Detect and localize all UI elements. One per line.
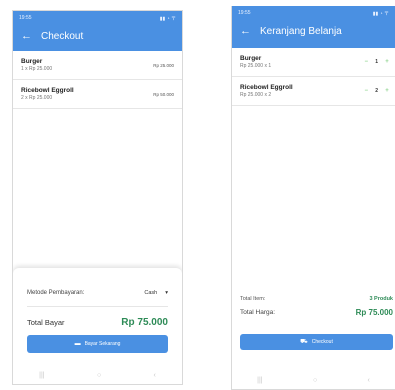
total-value: Rp 75.000 [121,317,168,328]
list-item: Ricebowl Eggroll Rp 25.000 x 2 − 2 + [232,77,395,106]
quantity-stepper: − 2 + [362,88,391,94]
checkout-screen: 19:55 ▮▮ ◔ 〒 ← Checkout Burger 1 x Rp 25… [12,10,183,385]
quantity-stepper: − 1 + [362,59,391,65]
item-total: Rp 50.000 [153,92,174,97]
pay-now-button[interactable]: ▬ Bayar Sekarang [27,335,168,353]
nav-home-icon[interactable]: ○ [97,372,101,379]
total-items-value: 3 Produk [369,296,393,302]
payment-method-dropdown[interactable]: Cash ▾ [144,290,168,296]
status-bar: 19:55 ▮▮ ◔ 〒 [238,9,389,17]
quantity-value: 1 [375,59,378,65]
system-nav-bar: ||| ○ ‹ [232,375,395,385]
item-quantity-price: 2 x Rp 25.000 [21,95,53,101]
payment-icon: ▬ [74,341,81,347]
list-item: Burger 1 x Rp 25.000 Rp 25.000 [13,51,182,80]
nav-home-icon[interactable]: ○ [313,377,317,384]
quantity-value: 2 [375,88,378,94]
nav-back-icon[interactable]: ‹ [153,372,155,379]
list-item: Ricebowl Eggroll 2 x Rp 25.000 Rp 50.000 [13,80,182,109]
divider [27,306,168,307]
nav-recents-icon[interactable]: ||| [39,372,44,379]
system-nav-bar: ||| ○ ‹ [13,370,182,380]
total-price-value: Rp 75.000 [355,308,393,317]
dropdown-arrow-icon: ▾ [165,290,168,296]
total-price-row: Total Harga: Rp 75.000 [240,308,393,317]
page-title: Checkout [41,31,84,42]
increase-button[interactable]: + [383,59,391,65]
status-icons: ▮▮ ◔ 〒 [372,10,389,17]
status-bar: 19:55 ▮▮ ◔ 〒 [19,14,176,22]
item-name: Ricebowl Eggroll [21,87,74,94]
decrease-button[interactable]: − [362,59,370,65]
status-time: 19:55 [238,10,251,16]
back-arrow-icon[interactable]: ← [240,26,251,37]
increase-button[interactable]: + [383,88,391,94]
page-title: Keranjang Belanja [260,26,342,37]
payment-panel: Metode Pembayaran: Cash ▾ Total Bayar Rp… [13,268,182,384]
status-icons: ▮▮ ◔ 〒 [159,15,176,22]
app-bar: 19:55 ▮▮ ◔ 〒 ← Keranjang Belanja [232,6,395,48]
checkout-label: Checkout [311,339,333,345]
cart-icon: ⛟ [300,339,308,345]
payment-method-value: Cash [144,290,158,296]
back-arrow-icon[interactable]: ← [21,31,32,42]
total-items-row: Total Item: 3 Produk [240,296,393,302]
pay-now-label: Bayar Sekarang [84,341,121,347]
item-name: Burger [21,58,43,65]
cart-screen: 19:55 ▮▮ ◔ 〒 ← Keranjang Belanja Burger … [231,6,395,390]
total-row: Total Bayar Rp 75.000 [27,317,168,328]
total-label: Total Bayar [27,318,65,327]
item-total: Rp 25.000 [153,63,174,68]
list-item: Burger Rp 25.000 x 1 − 1 + [232,48,395,77]
status-time: 19:55 [19,15,32,21]
app-bar: 19:55 ▮▮ ◔ 〒 ← Checkout [13,11,182,51]
nav-back-icon[interactable]: ‹ [367,377,369,384]
decrease-button[interactable]: − [362,88,370,94]
total-items-label: Total Item: [240,296,266,302]
total-price-label: Total Harga: [240,309,276,316]
payment-method-label: Metode Pembayaran: [27,290,85,296]
payment-method-row: Metode Pembayaran: Cash ▾ [27,290,168,296]
nav-recents-icon[interactable]: ||| [257,377,262,384]
checkout-button[interactable]: ⛟ Checkout [240,334,393,350]
item-quantity-price: 1 x Rp 25.000 [21,66,53,72]
